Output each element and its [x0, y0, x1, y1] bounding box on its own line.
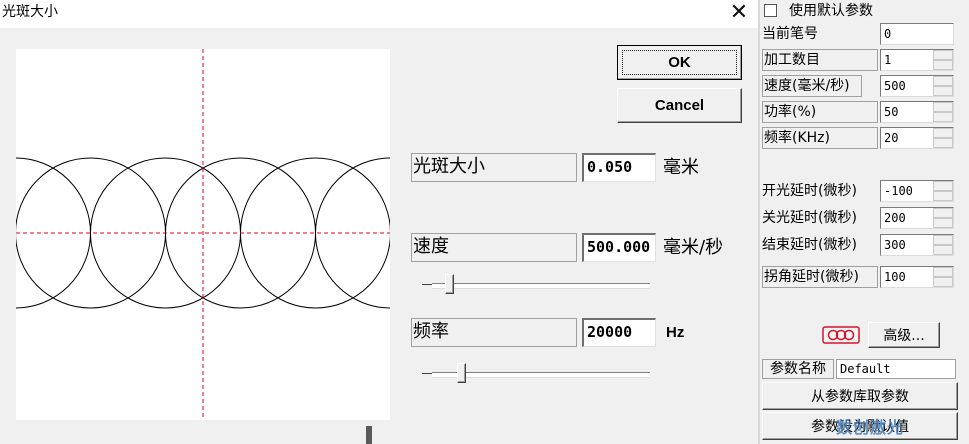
param-value: -100	[884, 184, 913, 198]
param-value: 20	[884, 131, 899, 145]
spot-size-label: 光斑大小	[411, 153, 577, 182]
param-name-label: 参数名称	[762, 359, 834, 379]
param-label: 当前笔号	[762, 26, 818, 42]
spin-down-icon[interactable]	[933, 86, 953, 96]
close-icon: ✕	[729, 0, 749, 25]
spin-down-icon[interactable]	[933, 277, 953, 287]
spin-up-icon[interactable]	[933, 76, 953, 86]
param-value-field[interactable]: 20	[880, 127, 954, 149]
param-label: 结束延时(微秒)	[762, 237, 857, 253]
ok-button[interactable]: OK	[617, 45, 742, 80]
param-value-field[interactable]: 50	[880, 101, 954, 123]
spin-down-icon[interactable]	[933, 138, 953, 148]
cancel-button-label: Cancel	[654, 97, 705, 114]
param-value-field[interactable]: 0	[880, 23, 954, 45]
spin-down-icon[interactable]	[933, 112, 953, 122]
param-value-field[interactable]: 300	[880, 234, 954, 256]
frequency-unit: Hz	[666, 324, 685, 341]
cancel-button[interactable]: Cancel	[617, 88, 742, 123]
use-default-checkbox[interactable]	[764, 4, 777, 17]
spin-down-icon[interactable]	[933, 245, 953, 255]
load-from-library-button[interactable]: 从参数库取参数	[762, 382, 958, 410]
spinner[interactable]	[933, 267, 953, 287]
spinner[interactable]	[933, 76, 953, 96]
spinner[interactable]	[933, 235, 953, 255]
spin-up-icon[interactable]	[933, 50, 953, 60]
param-name-field[interactable]: Default	[836, 359, 956, 379]
use-default-label: 使用默认参数	[789, 3, 873, 19]
param-value-field[interactable]: 500	[880, 75, 954, 97]
spinner[interactable]	[933, 50, 953, 70]
frequency-slider-thumb[interactable]	[457, 363, 467, 383]
dialog-title: 光斑大小	[2, 4, 58, 20]
spot-preview-svg	[16, 49, 390, 420]
param-label: 拐角延时(微秒)	[762, 266, 878, 288]
frequency-slider-tick	[422, 373, 432, 374]
spin-down-icon[interactable]	[933, 60, 953, 70]
param-label: 频率(KHz)	[762, 127, 878, 149]
frequency-input[interactable]: 20000	[582, 318, 656, 347]
spin-up-icon[interactable]	[933, 128, 953, 138]
spin-down-icon[interactable]	[933, 218, 953, 228]
param-value: 100	[884, 270, 906, 284]
param-label: 关光延时(微秒)	[762, 210, 857, 226]
spot-size-input[interactable]: 0.050	[582, 153, 656, 182]
frequency-label: 频率	[411, 318, 577, 347]
param-value: 1	[884, 53, 892, 67]
speed-unit: 毫米/秒	[663, 237, 724, 258]
focus-rect	[622, 50, 737, 75]
speed-slider-track[interactable]	[432, 283, 650, 288]
spinner[interactable]	[933, 181, 953, 201]
spin-up-icon[interactable]	[933, 235, 953, 245]
window-edge	[366, 426, 372, 444]
param-value: 0	[884, 27, 892, 41]
spinner[interactable]	[933, 102, 953, 122]
param-label: 开光延时(微秒)	[762, 183, 857, 199]
param-value: 50	[884, 105, 899, 119]
spin-up-icon[interactable]	[933, 102, 953, 112]
spot-size-unit: 毫米	[663, 157, 699, 178]
param-label: 加工数目	[762, 49, 878, 71]
param-value: 500	[884, 79, 906, 93]
speed-input[interactable]: 500.000	[582, 233, 656, 262]
load-from-library-label: 从参数库取参数	[811, 389, 909, 405]
spinner[interactable]	[933, 128, 953, 148]
advanced-button-label: 高级...	[883, 328, 925, 344]
param-label: 功率(%)	[762, 101, 878, 123]
param-value: 200	[884, 211, 906, 225]
param-value: 300	[884, 238, 906, 252]
chain-link-icon[interactable]	[822, 326, 860, 344]
spin-up-icon[interactable]	[933, 181, 953, 191]
spin-up-icon[interactable]	[933, 208, 953, 218]
param-label: 速度(毫米/秒)	[762, 75, 862, 97]
advanced-button[interactable]: 高级...	[868, 322, 940, 348]
close-button[interactable]: ✕	[722, 0, 756, 26]
speed-slider-thumb[interactable]	[444, 274, 454, 294]
speed-slider-tick	[422, 284, 432, 285]
watermark-logo: 数创激光	[836, 418, 905, 437]
speed-label: 速度	[411, 233, 577, 262]
title-bar: 光斑大小	[0, 0, 758, 28]
spot-preview-canvas	[16, 49, 390, 420]
param-value-field[interactable]: 200	[880, 207, 954, 229]
spin-down-icon[interactable]	[933, 191, 953, 201]
spin-up-icon[interactable]	[933, 267, 953, 277]
param-value-field[interactable]: 100	[880, 266, 954, 288]
param-value-field[interactable]: 1	[880, 49, 954, 71]
param-value-field[interactable]: -100	[880, 180, 954, 202]
spinner[interactable]	[933, 208, 953, 228]
